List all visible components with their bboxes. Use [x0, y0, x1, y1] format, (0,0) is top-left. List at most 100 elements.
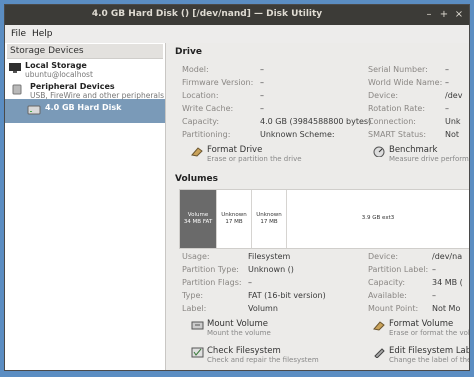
check-filesystem-icon [191, 347, 204, 358]
format-volume-button[interactable]: Format Volume Erase or format the volu [373, 319, 469, 339]
volume-key: Mount Point: [368, 304, 419, 313]
close-button[interactable]: × [453, 8, 465, 21]
action-label: Edit Filesystem Lab [389, 346, 470, 356]
drive-value: – [445, 78, 449, 87]
disk-utility-window: 4.0 GB Hard Disk () [/dev/nand] — Disk U… [4, 4, 470, 371]
edit-label-icon [374, 348, 385, 358]
volume-value: Filesystem [248, 252, 291, 261]
volume-key: Partition Type: [182, 265, 239, 274]
drive-value: – [260, 78, 264, 87]
volume-segment-fat[interactable]: Volume 34 MB FAT [180, 190, 217, 248]
volume-value: – [432, 265, 436, 274]
action-label: Benchmark [389, 145, 438, 155]
sidebar-header-label: Storage Devices [10, 46, 84, 56]
action-label: Format Drive [207, 145, 263, 155]
drive-key: Capacity: [182, 117, 220, 126]
volume-key: Label: [182, 304, 207, 313]
sidebar-item-subtitle: USB, FireWire and other peripherals [30, 91, 165, 100]
drive-value: Not [445, 130, 460, 139]
sidebar-item-peripheral-devices[interactable]: Peripheral Devices USB, FireWire and oth… [5, 81, 165, 100]
format-volume-icon [373, 321, 385, 331]
volume-value: – [432, 291, 436, 300]
hard-disk-icon [27, 105, 41, 115]
drive-value: – [445, 65, 449, 74]
segment-size: 3.9 GB ext3 [361, 215, 395, 221]
drive-value: – [260, 65, 264, 74]
action-description: Erase or partition the drive [207, 155, 302, 163]
volume-key: Capacity: [368, 278, 406, 287]
menu-file[interactable]: File [11, 29, 26, 39]
check-filesystem-button[interactable]: Check Filesystem Check and repair the fi… [191, 346, 341, 366]
benchmark-button[interactable]: Benchmark Measure drive perform [373, 145, 469, 165]
mount-volume-button[interactable]: Mount Volume Mount the volume [191, 319, 341, 339]
volume-key: Partition Flags: [182, 278, 242, 287]
volume-key: Type: [182, 291, 204, 300]
drive-key: Rotation Rate: [368, 104, 426, 113]
volume-value: FAT (16-bit version) [248, 291, 326, 300]
sidebar-item-local-storage[interactable]: Local Storage ubuntu@localhost [5, 60, 165, 79]
drive-key: Connection: [368, 117, 416, 126]
format-drive-icon [191, 147, 203, 157]
computer-icon [9, 63, 21, 73]
drive-value: – [260, 91, 264, 100]
action-description: Change the label of the [389, 356, 470, 364]
segment-size: 34 MB FAT [183, 219, 213, 225]
volume-segment-ext3[interactable]: 3.9 GB ext3 [287, 190, 469, 248]
action-description: Erase or format the volu [389, 329, 470, 337]
sidebar-item-title: Local Storage [25, 61, 87, 70]
segment-size: 17 MB [260, 219, 278, 225]
drive-key: Serial Number: [368, 65, 428, 74]
maximize-button[interactable]: + [438, 8, 450, 21]
sidebar-item-title: 4.0 GB Hard Disk [45, 103, 122, 112]
action-label: Mount Volume [207, 319, 268, 329]
volume-value: 34 MB ( [432, 278, 463, 287]
usb-icon [12, 84, 22, 95]
benchmark-icon [373, 146, 385, 157]
volume-value: Unknown () [248, 265, 294, 274]
drive-key: Write Cache: [182, 104, 234, 113]
volume-value: Volumn [248, 304, 278, 313]
edit-filesystem-label-button[interactable]: Edit Filesystem Lab Change the label of … [373, 346, 469, 366]
menu-help[interactable]: Help [32, 29, 53, 39]
sidebar-item-title: Peripheral Devices [30, 82, 115, 91]
menu-bar: File Help [5, 25, 469, 43]
storage-devices-sidebar: Storage Devices Local Storage ubuntu@loc… [5, 43, 166, 370]
sidebar-item-hard-disk[interactable]: 4.0 GB Hard Disk [5, 101, 165, 121]
volumes-section-title: Volumes [175, 174, 218, 184]
volume-key: Usage: [182, 252, 210, 261]
volume-value: Not Mo [432, 304, 461, 313]
volume-value: – [248, 278, 252, 287]
action-label: Format Volume [389, 319, 454, 329]
volume-layout-bar: Volume 34 MB FAT Unknown 17 MB Unknown 1… [179, 189, 469, 249]
segment-label: Volume [187, 212, 209, 218]
format-drive-button[interactable]: Format Drive Erase or partition the driv… [191, 145, 341, 165]
action-description: Measure drive perform [389, 155, 469, 163]
details-panel: Drive Model: – Firmware Version: – Locat… [169, 43, 469, 370]
volume-value: /dev/na [432, 252, 463, 261]
drive-value: Unknown Scheme: [260, 130, 335, 139]
minimize-button[interactable]: – [423, 8, 435, 21]
drive-value: 4.0 GB (3984588800 bytes) [260, 117, 372, 126]
drive-key: Model: [182, 65, 209, 74]
segment-size: 17 MB [225, 219, 243, 225]
title-bar[interactable]: 4.0 GB Hard Disk () [/dev/nand] — Disk U… [5, 5, 469, 25]
action-description: Mount the volume [207, 329, 271, 337]
drive-key: Partitioning: [182, 130, 231, 139]
segment-label: Unknown [256, 212, 282, 218]
sidebar-header: Storage Devices [7, 44, 163, 59]
mount-icon [191, 321, 204, 330]
action-label: Check Filesystem [207, 346, 281, 356]
drive-key: World Wide Name: [368, 78, 443, 87]
drive-key: Location: [182, 91, 219, 100]
segment-label: Unknown [221, 212, 247, 218]
drive-value: – [260, 104, 264, 113]
volume-segment-unknown-1[interactable]: Unknown 17 MB [217, 190, 252, 248]
drive-value: /dev [445, 91, 463, 100]
volume-key: Device: [368, 252, 399, 261]
drive-key: Device: [368, 91, 399, 100]
drive-value: – [445, 104, 449, 113]
drive-key: SMART Status: [368, 130, 427, 139]
volume-key: Partition Label: [368, 265, 429, 274]
volume-segment-unknown-2[interactable]: Unknown 17 MB [252, 190, 287, 248]
action-description: Check and repair the filesystem [207, 356, 319, 364]
